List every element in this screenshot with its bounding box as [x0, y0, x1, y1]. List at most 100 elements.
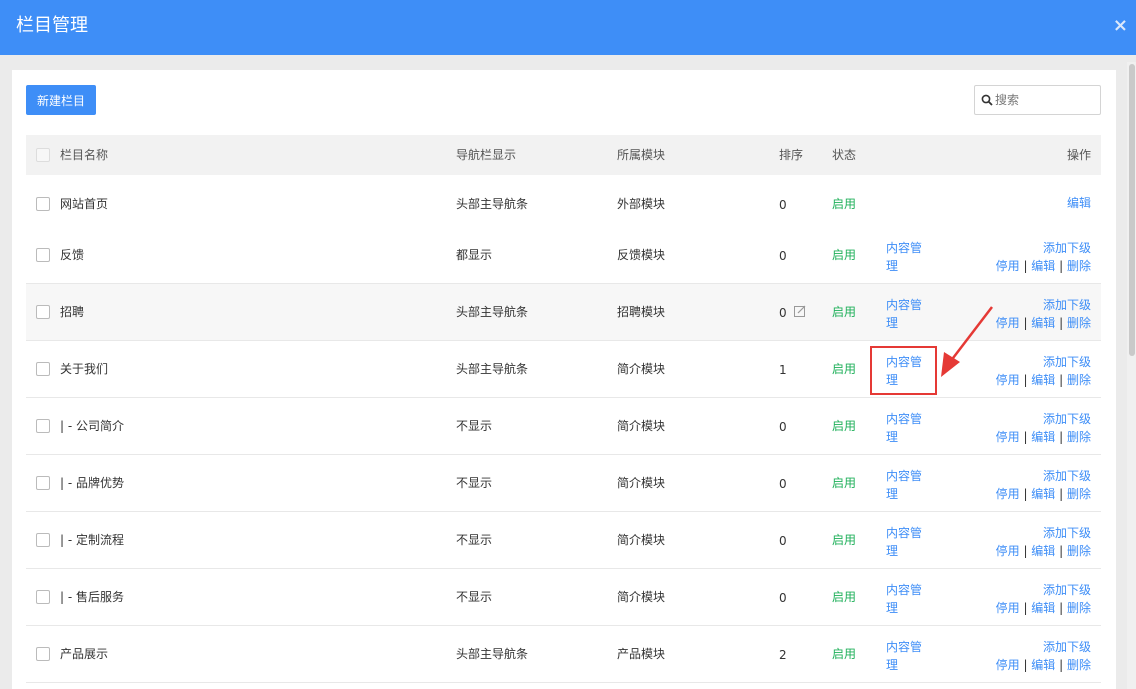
row-actions: 添加下级 停用 | 编辑 | 删除 — [995, 526, 1091, 558]
content-manage-link[interactable]: 内容管理 — [886, 581, 926, 617]
edit-link[interactable]: 编辑 — [1031, 658, 1055, 672]
content-manage-label: 内容管 — [886, 583, 923, 597]
content-manage-label: 理 — [886, 259, 899, 273]
delete-link[interactable]: 删除 — [1067, 487, 1091, 501]
row-checkbox[interactable] — [36, 476, 50, 490]
column-name: 产品展示 — [60, 647, 109, 661]
edit-link[interactable]: 编辑 — [1031, 373, 1055, 387]
column-name: 关于我们 — [60, 362, 109, 376]
delete-link[interactable]: 删除 — [1067, 259, 1091, 273]
module-name: 外部模块 — [617, 197, 666, 211]
search-icon — [981, 94, 993, 106]
edit-link[interactable]: 编辑 — [1031, 316, 1055, 330]
content-manage-link[interactable]: 内容管理 — [886, 524, 926, 560]
add-child-link[interactable]: 添加下级 — [1043, 526, 1091, 540]
disable-link[interactable]: 停用 — [996, 430, 1020, 444]
add-child-link[interactable]: 添加下级 — [1043, 412, 1091, 426]
sort-order: 0 — [779, 249, 787, 263]
status-badge: 启用 — [832, 305, 857, 319]
row-checkbox[interactable] — [36, 197, 50, 211]
dialog-header: 栏目管理 × — [0, 0, 1136, 55]
add-child-link[interactable]: 添加下级 — [1043, 640, 1091, 654]
select-all-checkbox[interactable] — [36, 148, 50, 162]
delete-link[interactable]: 删除 — [1067, 316, 1091, 330]
edit-link[interactable]: 编辑 — [1067, 196, 1091, 210]
module-name: 简介模块 — [617, 362, 666, 376]
column-name: | - 品牌优势 — [60, 476, 125, 490]
disable-link[interactable]: 停用 — [996, 658, 1020, 672]
content-manage-label: 内容管 — [886, 526, 923, 540]
content-manage-label: 内容管 — [886, 241, 923, 255]
sort-order: 0 — [779, 534, 787, 548]
row-checkbox[interactable] — [36, 305, 50, 319]
status-badge: 启用 — [832, 647, 857, 661]
content-manage-link[interactable]: 内容管理 — [886, 410, 926, 446]
nav-display: 头部主导航条 — [456, 362, 529, 376]
header-module: 所属模块 — [617, 148, 666, 162]
row-actions: 添加下级 停用 | 编辑 | 删除 — [995, 469, 1091, 501]
nav-display: 头部主导航条 — [456, 647, 529, 661]
search-box[interactable] — [974, 85, 1101, 115]
disable-link[interactable]: 停用 — [996, 601, 1020, 615]
edit-link[interactable]: 编辑 — [1031, 430, 1055, 444]
content-manage-link[interactable]: 内容管理 — [886, 296, 926, 332]
edit-link[interactable]: 编辑 — [1031, 601, 1055, 615]
status-badge: 启用 — [832, 362, 857, 376]
row-actions: 添加下级 停用 | 编辑 | 删除 — [995, 355, 1091, 387]
row-actions: 添加下级 停用 | 编辑 | 删除 — [995, 241, 1091, 273]
content-manage-label: 理 — [886, 316, 899, 330]
column-name: 反馈 — [60, 248, 85, 262]
add-child-link[interactable]: 添加下级 — [1043, 298, 1091, 312]
table-row: | - 售后服务 不显示 简介模块 0 启用 内容管理 添加下级 停用 | 编辑… — [26, 569, 1101, 626]
content-manage-link[interactable]: 内容管理 — [886, 239, 926, 275]
edit-link[interactable]: 编辑 — [1031, 544, 1055, 558]
edit-link[interactable]: 编辑 — [1031, 259, 1055, 273]
row-checkbox[interactable] — [36, 533, 50, 547]
row-checkbox[interactable] — [36, 647, 50, 661]
search-input[interactable] — [995, 90, 1095, 110]
delete-link[interactable]: 删除 — [1067, 601, 1091, 615]
disable-link[interactable]: 停用 — [996, 544, 1020, 558]
column-name: 招聘 — [60, 305, 85, 319]
content-manage-label: 理 — [886, 430, 899, 444]
disable-link[interactable]: 停用 — [996, 259, 1020, 273]
status-badge: 启用 — [832, 476, 857, 490]
row-actions: 添加下级 停用 | 编辑 | 删除 — [995, 583, 1091, 615]
header-status: 状态 — [832, 148, 857, 162]
add-child-link[interactable]: 添加下级 — [1043, 583, 1091, 597]
add-child-link[interactable]: 添加下级 — [1043, 241, 1091, 255]
table-row: 反馈 都显示 反馈模块 0 启用 内容管理 添加下级 停用 | 编辑 | 删除 — [26, 227, 1101, 284]
module-name: 简介模块 — [617, 590, 666, 604]
edit-link[interactable]: 编辑 — [1031, 487, 1055, 501]
delete-link[interactable]: 删除 — [1067, 430, 1091, 444]
table-row: | - 公司简介 不显示 简介模块 0 启用 内容管理 添加下级 停用 | 编辑… — [26, 398, 1101, 455]
delete-link[interactable]: 删除 — [1067, 544, 1091, 558]
delete-link[interactable]: 删除 — [1067, 373, 1091, 387]
content-manage-link[interactable]: 内容管理 — [886, 467, 926, 503]
new-column-button[interactable]: 新建栏目 — [26, 85, 96, 115]
annotation-highlight-box — [870, 346, 937, 395]
content-manage-link[interactable]: 内容管理 — [886, 638, 926, 674]
sort-order: 2 — [779, 648, 787, 662]
edit-order-icon[interactable] — [794, 305, 806, 317]
add-child-link[interactable]: 添加下级 — [1043, 469, 1091, 483]
scrollbar-thumb[interactable] — [1129, 64, 1135, 356]
add-child-link[interactable]: 添加下级 — [1043, 355, 1091, 369]
close-icon[interactable]: × — [1113, 14, 1128, 38]
row-checkbox[interactable] — [36, 419, 50, 433]
header-nav: 导航栏显示 — [456, 148, 517, 162]
status-badge: 启用 — [832, 197, 857, 211]
row-checkbox[interactable] — [36, 362, 50, 376]
row-actions: 编辑 — [1067, 194, 1091, 212]
status-badge: 启用 — [832, 533, 857, 547]
row-checkbox[interactable] — [36, 590, 50, 604]
disable-link[interactable]: 停用 — [996, 487, 1020, 501]
table-row: | - 定制流程 不显示 简介模块 0 启用 内容管理 添加下级 停用 | 编辑… — [26, 512, 1101, 569]
sort-order: 0 — [779, 306, 787, 320]
table-row: 网站首页 头部主导航条 外部模块 0 启用 编辑 — [26, 176, 1101, 233]
row-checkbox[interactable] — [36, 248, 50, 262]
table-row: | - 品牌优势 不显示 简介模块 0 启用 内容管理 添加下级 停用 | 编辑… — [26, 455, 1101, 512]
status-badge: 启用 — [832, 590, 857, 604]
nav-display: 头部主导航条 — [456, 197, 529, 211]
delete-link[interactable]: 删除 — [1067, 658, 1091, 672]
